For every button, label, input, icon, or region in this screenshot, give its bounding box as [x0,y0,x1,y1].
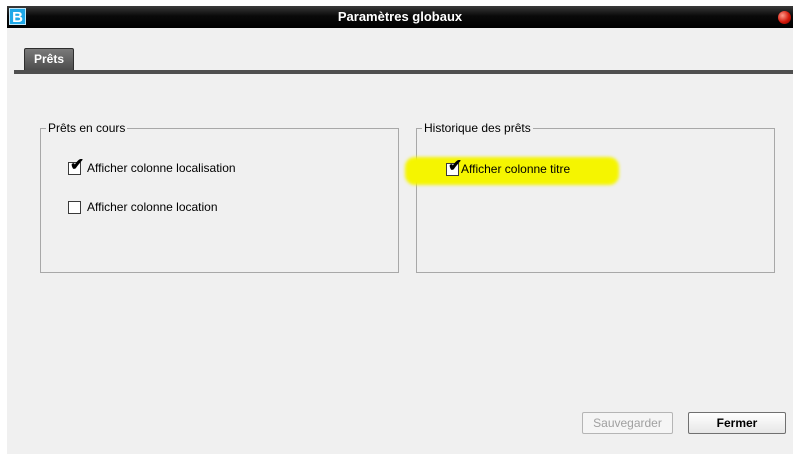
group-legend-current-loans: Prêts en cours [46,120,128,136]
checkbox-row-localisation[interactable]: ✔ Afficher colonne localisation [68,156,236,177]
group-legend-loan-history: Historique des prêts [422,120,533,136]
group-loan-history: Historique des prêts [416,120,775,273]
checkbox-row-location[interactable]: Afficher colonne location [68,198,218,216]
checkmark-icon: ✔ [448,155,463,175]
checkbox-row-titre[interactable]: ✔ Afficher colonne titre [446,157,571,178]
checkbox-label-titre: Afficher colonne titre [461,162,571,176]
title-bar[interactable]: B Paramètres globaux [7,6,793,28]
checkbox-localisation[interactable]: ✔ [68,156,84,175]
checkbox-label-localisation: Afficher colonne localisation [87,161,236,175]
close-button[interactable]: Fermer [688,412,786,434]
tab-underline [14,70,793,74]
close-window-icon[interactable] [778,11,791,24]
checkbox-titre[interactable]: ✔ [446,157,462,176]
checkbox-location[interactable] [68,200,81,214]
settings-dialog: B Paramètres globaux Prêts Prêts en cour… [7,6,793,454]
window-title: Paramètres globaux [337,9,463,24]
tab-prets[interactable]: Prêts [24,48,75,70]
checkbox-label-location: Afficher colonne location [87,200,218,214]
save-button[interactable]: Sauvegarder [582,412,673,434]
checkmark-icon: ✔ [70,154,85,174]
